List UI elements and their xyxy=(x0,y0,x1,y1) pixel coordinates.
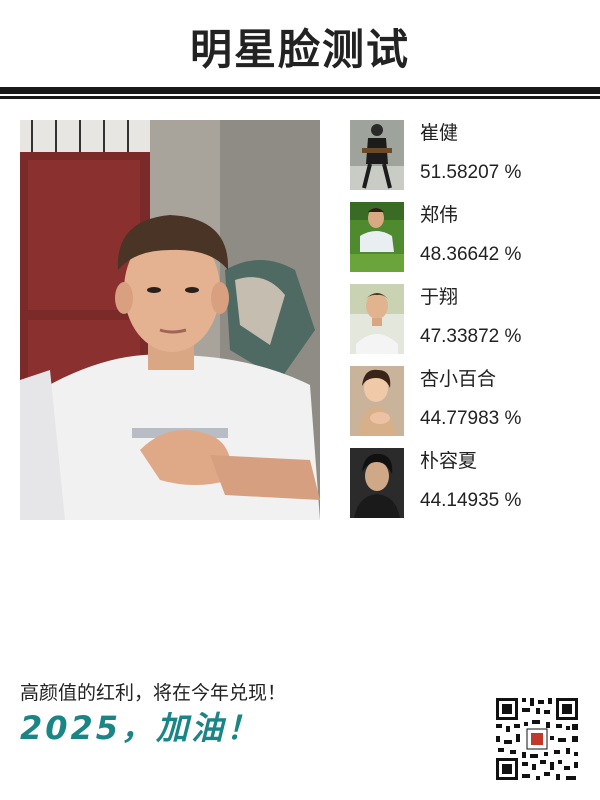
header-rule-thin xyxy=(0,96,600,99)
match-thumbnail xyxy=(350,120,404,190)
match-item[interactable]: 于翔 47.33872 % xyxy=(350,284,570,356)
match-thumbnail xyxy=(350,448,404,518)
match-name: 于翔 xyxy=(420,286,459,308)
page-title: 明星脸测试 xyxy=(189,25,410,74)
match-name: 杏小百合 xyxy=(420,368,497,390)
match-item[interactable]: 杏小百合 44.77983 % xyxy=(350,366,570,438)
match-item[interactable]: 崔健 51.58207 % xyxy=(350,120,570,192)
match-thumbnail xyxy=(350,202,404,272)
match-score: 48.36642 % xyxy=(420,244,522,265)
match-item[interactable]: 郑伟 48.36642 % xyxy=(350,202,570,274)
match-thumbnail xyxy=(350,284,404,354)
match-score: 47.33872 % xyxy=(420,326,522,347)
qr-code-icon[interactable] xyxy=(494,696,580,782)
header-rule-thick xyxy=(0,87,600,94)
match-score: 44.77983 % xyxy=(420,408,522,429)
match-name: 朴容夏 xyxy=(420,450,478,472)
match-name: 崔健 xyxy=(420,122,459,144)
match-score: 44.14935 % xyxy=(420,490,522,511)
tagline-text: 高颜值的红利，将在今年兑现！ xyxy=(20,682,287,704)
cheer-text: 2025，加油！ xyxy=(20,709,262,747)
match-score: 51.58207 % xyxy=(420,162,522,183)
uploaded-photo xyxy=(20,120,320,520)
match-item[interactable]: 朴容夏 44.14935 % xyxy=(350,448,570,520)
match-thumbnail xyxy=(350,366,404,436)
match-name: 郑伟 xyxy=(420,204,459,226)
